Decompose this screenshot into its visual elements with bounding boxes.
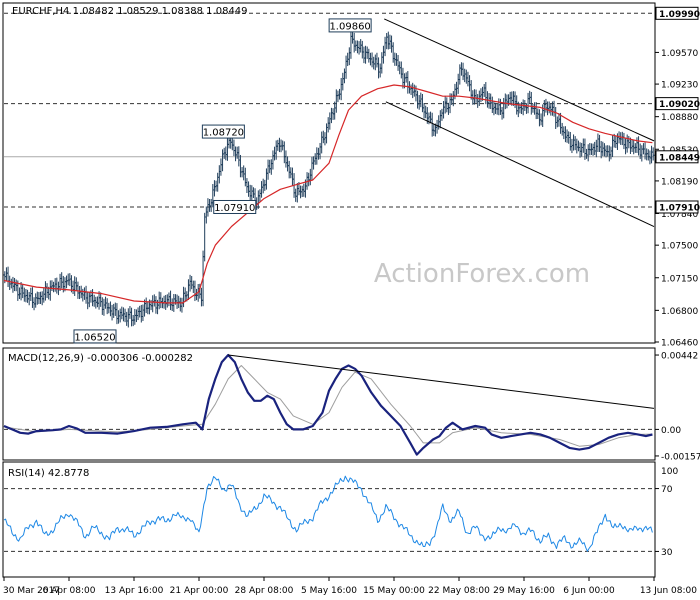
rsi-title: RSI(14) 42.8778 [8, 468, 89, 479]
rsi-y-tick-label: 30 [661, 548, 673, 558]
x-tick-label: 5 May 16:00 [301, 586, 357, 596]
watermark: ActionForex.com [374, 259, 590, 289]
x-tick-label: 28 Apr 08:00 [235, 586, 294, 596]
price-y-tick-label: 1.09570 [661, 49, 698, 59]
price-callout-label: 1.08720 [203, 128, 244, 139]
macd-y-tick-label: -0.001578 [661, 452, 700, 462]
price-y-tick-label: 1.06460 [661, 339, 698, 349]
macd-y-tick-label: 0.00442 [661, 352, 698, 362]
x-tick-label: 21 Apr 00:00 [170, 586, 229, 596]
price-level-tag-label: 1.09020 [659, 100, 700, 110]
price-callout-label: 1.06520 [74, 332, 115, 343]
price-y-tick-label: 1.06800 [661, 307, 698, 317]
x-tick-label: 6 Jun 00:00 [563, 586, 615, 596]
price-y-tick-label: 1.08190 [661, 177, 698, 187]
price-y-tick-label: 1.07150 [661, 274, 698, 284]
chart-background [0, 0, 700, 600]
price-level-tag-label: 1.08449 [659, 153, 700, 163]
x-tick-label: 22 May 08:00 [428, 586, 490, 596]
x-tick-label: 15 May 00:00 [363, 586, 425, 596]
macd-y-tick-label: 0.00 [661, 426, 681, 436]
x-tick-label: 13 Jun 08:00 [640, 586, 697, 596]
price-callout-label: 1.07910 [214, 203, 255, 214]
price-level-tag-label: 1.09990 [659, 10, 700, 20]
price-level-tag-label: 1.07910 [659, 203, 700, 213]
price-callout-label: 1.09860 [329, 21, 370, 32]
rsi-y-tick-label-top: 100 [661, 467, 678, 477]
price-y-tick-label: 1.07500 [661, 242, 698, 252]
price-y-tick-label: 1.09230 [661, 81, 698, 91]
x-tick-label: 13 Apr 16:00 [105, 586, 164, 596]
rsi-y-tick-label: 70 [661, 485, 673, 495]
chart: ActionForex.com 1.09860 1.08720 1.07910 1.0… [0, 0, 700, 600]
price-y-tick-label: 1.08880 [661, 113, 698, 123]
symbol-header: EURCHF,H4 1.08482 1.08529 1.08388 1.0844… [12, 6, 248, 17]
macd-title: MACD(12,26,9) -0.000306 -0.000282 [8, 353, 193, 364]
x-tick-label: 6 Apr 08:00 [43, 586, 96, 596]
x-tick-label: 29 May 16:00 [493, 586, 555, 596]
